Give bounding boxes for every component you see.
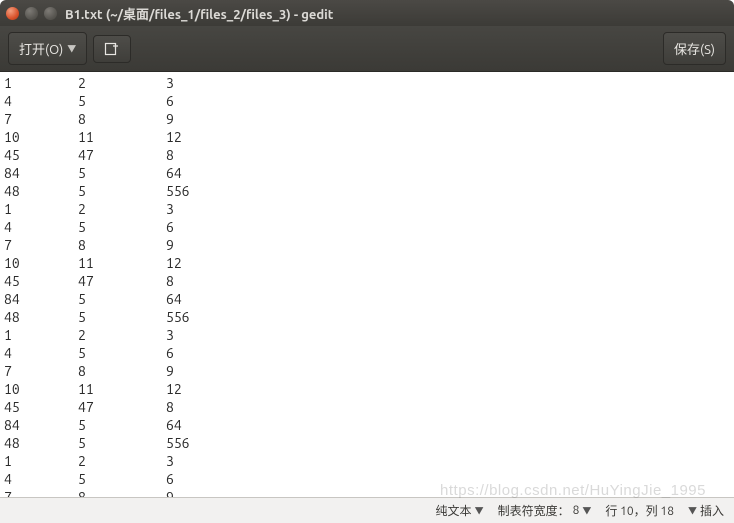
chevron-down-icon: ▼ (67, 42, 76, 55)
minimize-icon[interactable] (25, 7, 38, 20)
text-line: 45478 (4, 272, 730, 290)
text-line: 84564 (4, 416, 730, 434)
syntax-mode-selector[interactable]: 纯文本 ▼ (436, 502, 484, 519)
statusbar: 纯文本 ▼ 制表符宽度： 8 ▼ 行 10，列 18 ▼ 插入 (0, 497, 734, 523)
text-line: 84564 (4, 164, 730, 182)
text-line: 456 (4, 344, 730, 362)
insert-mode-label: 插入 (700, 502, 724, 519)
text-line: 485556 (4, 182, 730, 200)
cursor-position: 行 10，列 18 (605, 502, 674, 519)
window-control-buttons (6, 7, 57, 20)
text-line: 485556 (4, 434, 730, 452)
text-line: 789 (4, 362, 730, 380)
new-document-icon (104, 42, 120, 56)
open-button-label: 打开(O) (19, 39, 63, 58)
text-line: 101112 (4, 254, 730, 272)
titlebar[interactable]: B1.txt (~/桌面/files_1/files_2/files_3) - … (0, 0, 734, 26)
text-line: 84564 (4, 290, 730, 308)
save-button[interactable]: 保存(S) (663, 32, 726, 65)
syntax-mode-label: 纯文本 (436, 502, 472, 519)
text-line: 485556 (4, 308, 730, 326)
chevron-down-icon: ▼ (475, 504, 484, 517)
text-line: 789 (4, 110, 730, 128)
text-line: 789 (4, 236, 730, 254)
maximize-icon[interactable] (44, 7, 57, 20)
text-line: 123 (4, 452, 730, 470)
toolbar: 打开(O) ▼ 保存(S) (0, 26, 734, 72)
save-button-label: 保存(S) (674, 39, 715, 58)
window-title: B1.txt (~/桌面/files_1/files_2/files_3) - … (65, 4, 333, 23)
text-line: 456 (4, 470, 730, 488)
chevron-down-icon: ▼ (582, 504, 591, 517)
tab-width-value: 8 (573, 504, 580, 517)
text-line: 101112 (4, 380, 730, 398)
cursor-position-label: 行 10，列 18 (605, 502, 674, 519)
text-line: 789 (4, 488, 730, 497)
text-line: 101112 (4, 128, 730, 146)
text-line: 456 (4, 92, 730, 110)
new-tab-button[interactable] (93, 35, 131, 63)
open-button[interactable]: 打开(O) ▼ (8, 32, 87, 65)
text-editor-area[interactable]: 1234567891011124547884564485556123456789… (0, 72, 734, 497)
text-line: 45478 (4, 146, 730, 164)
text-line: 123 (4, 74, 730, 92)
tab-width-selector[interactable]: 制表符宽度： 8 ▼ (498, 502, 592, 519)
insert-mode-selector[interactable]: ▼ 插入 (688, 502, 724, 519)
text-line: 45478 (4, 398, 730, 416)
text-line: 123 (4, 326, 730, 344)
tab-width-label: 制表符宽度： (498, 502, 570, 519)
text-line: 456 (4, 218, 730, 236)
text-line: 123 (4, 200, 730, 218)
chevron-down-icon: ▼ (688, 504, 697, 517)
close-icon[interactable] (6, 7, 19, 20)
gedit-window: B1.txt (~/桌面/files_1/files_2/files_3) - … (0, 0, 734, 523)
